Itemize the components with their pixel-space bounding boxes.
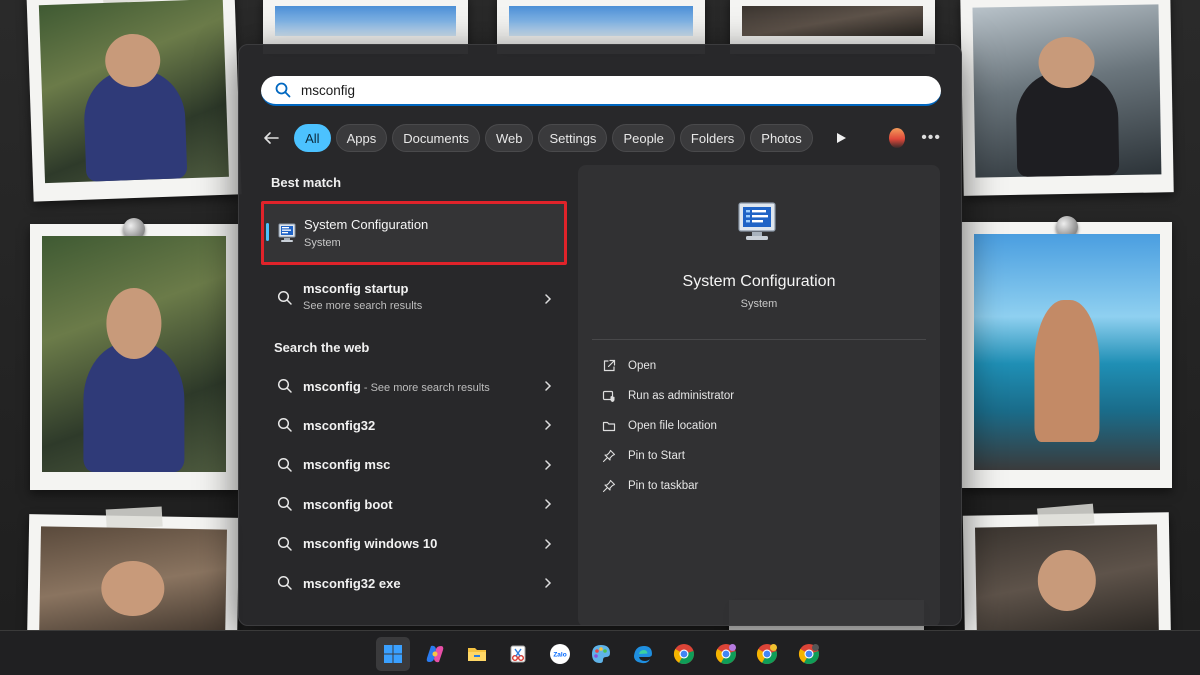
copilot-icon bbox=[426, 645, 444, 663]
taskbar-zalo[interactable]: Zalo bbox=[543, 637, 577, 671]
best-match-system-configuration[interactable]: System Configuration System bbox=[261, 201, 567, 265]
search-icon bbox=[277, 497, 292, 511]
back-arrow-icon[interactable] bbox=[261, 126, 280, 150]
taskbar-copilot[interactable] bbox=[418, 637, 452, 671]
chevron-right-icon[interactable] bbox=[543, 499, 553, 509]
system-configuration-icon bbox=[278, 223, 296, 242]
web-result-label: msconfig boot bbox=[303, 496, 393, 512]
web-result-label: msconfig32 bbox=[303, 417, 376, 433]
search-icon bbox=[277, 457, 292, 472]
filter-folders[interactable]: Folders bbox=[679, 124, 746, 152]
taskbar-edge[interactable] bbox=[626, 637, 660, 671]
taskbar-snipping-tool[interactable] bbox=[501, 637, 535, 671]
chevron-right-icon[interactable] bbox=[543, 460, 553, 470]
paint-icon bbox=[592, 645, 610, 663]
chevron-right-icon[interactable] bbox=[543, 420, 553, 431]
wallpaper-photo bbox=[30, 218, 238, 490]
shield-admin-icon bbox=[602, 390, 615, 402]
search-input[interactable] bbox=[301, 82, 901, 98]
snipping-tool-icon bbox=[510, 645, 526, 663]
taskbar-chrome-profile-1[interactable] bbox=[709, 637, 743, 671]
web-result-item[interactable]: msconfig windows 10 bbox=[261, 526, 567, 562]
more-filters-play-icon[interactable] bbox=[832, 127, 850, 149]
web-result-item[interactable]: msconfig msc bbox=[261, 447, 567, 483]
result-msconfig-startup[interactable]: msconfig startup See more search results bbox=[261, 275, 567, 323]
web-result-label: msconfig - See more search results bbox=[303, 378, 490, 394]
wallpaper-photo bbox=[962, 216, 1172, 488]
taskbar-chrome-profile-3[interactable] bbox=[792, 637, 826, 671]
best-match-title: System Configuration bbox=[304, 217, 429, 232]
action-open-file-location[interactable]: Open file location bbox=[602, 415, 717, 437]
start-search-panel: All Apps Documents Web Settings People F… bbox=[238, 44, 962, 626]
result-title: msconfig startup bbox=[303, 281, 409, 296]
zalo-icon: Zalo bbox=[550, 644, 570, 664]
chrome-profile-1-icon bbox=[715, 644, 736, 665]
best-match-heading: Best match bbox=[271, 175, 342, 190]
taskbar-chrome-profile-2[interactable] bbox=[750, 637, 784, 671]
filter-apps[interactable]: Apps bbox=[335, 124, 388, 152]
web-result-item[interactable]: msconfig boot bbox=[261, 486, 567, 522]
result-subtitle: See more search results bbox=[303, 300, 423, 312]
taskbar-chrome[interactable] bbox=[667, 637, 701, 671]
detail-subtitle: System bbox=[740, 298, 778, 310]
open-external-icon bbox=[603, 359, 616, 372]
selection-indicator bbox=[266, 223, 269, 241]
filter-web[interactable]: Web bbox=[484, 124, 534, 152]
divider bbox=[592, 339, 926, 340]
chrome-profile-2-icon bbox=[756, 644, 777, 665]
edge-icon bbox=[634, 646, 652, 664]
filter-bar: All Apps Documents Web Settings People F… bbox=[261, 122, 941, 154]
taskbar-file-explorer[interactable] bbox=[460, 637, 494, 671]
chrome-profile-3-icon bbox=[798, 644, 819, 665]
svg-text:Zalo: Zalo bbox=[553, 652, 566, 659]
pin-icon bbox=[602, 449, 616, 463]
action-pin-to-taskbar[interactable]: Pin to taskbar bbox=[602, 475, 698, 497]
chevron-right-icon[interactable] bbox=[543, 381, 553, 391]
web-result-item[interactable]: msconfig32 exe bbox=[261, 565, 567, 601]
taskbar-paint[interactable] bbox=[584, 637, 618, 671]
profile-avatar[interactable] bbox=[889, 128, 906, 148]
filter-people[interactable]: People bbox=[612, 124, 675, 152]
search-icon bbox=[277, 418, 292, 433]
action-run-as-administrator[interactable]: Run as administrator bbox=[602, 385, 734, 407]
search-icon bbox=[277, 575, 292, 590]
taskbar-start-button[interactable] bbox=[376, 637, 410, 671]
web-result-item[interactable]: msconfig32 bbox=[261, 407, 567, 443]
filter-settings[interactable]: Settings bbox=[538, 124, 608, 152]
system-configuration-icon bbox=[738, 202, 776, 240]
detail-pane: System Configuration System Open Run as … bbox=[578, 165, 940, 625]
chevron-right-icon[interactable] bbox=[543, 538, 553, 549]
search-box[interactable] bbox=[261, 76, 941, 106]
filter-photos[interactable]: Photos bbox=[750, 124, 813, 152]
wallpaper-photo bbox=[26, 0, 242, 202]
search-icon bbox=[277, 536, 292, 551]
wallpaper-photo bbox=[960, 0, 1174, 196]
search-icon bbox=[275, 82, 291, 98]
filter-all[interactable]: All bbox=[294, 124, 331, 152]
filter-documents[interactable]: Documents bbox=[392, 124, 480, 152]
chevron-right-icon[interactable] bbox=[543, 578, 553, 588]
web-result-label: msconfig windows 10 bbox=[303, 536, 438, 552]
action-pin-to-start[interactable]: Pin to Start bbox=[602, 445, 685, 467]
best-match-subtitle: System bbox=[304, 237, 341, 249]
more-options-icon[interactable]: ••• bbox=[921, 129, 941, 147]
web-result-label: msconfig msc bbox=[303, 457, 391, 473]
web-result-item[interactable]: msconfig - See more search results bbox=[261, 368, 567, 404]
windows-start-icon bbox=[384, 645, 402, 663]
web-result-label: msconfig32 exe bbox=[303, 575, 401, 591]
chrome-icon bbox=[673, 644, 694, 665]
detail-title: System Configuration bbox=[682, 273, 836, 290]
action-open[interactable]: Open bbox=[602, 355, 656, 377]
file-explorer-icon bbox=[468, 648, 486, 661]
taskbar: Zalo bbox=[0, 630, 1200, 675]
search-icon bbox=[277, 378, 292, 393]
search-icon bbox=[277, 290, 292, 305]
folder-icon bbox=[602, 421, 616, 432]
pin-icon bbox=[602, 479, 616, 493]
chevron-right-icon[interactable] bbox=[543, 294, 553, 304]
search-web-heading: Search the web bbox=[274, 340, 370, 355]
